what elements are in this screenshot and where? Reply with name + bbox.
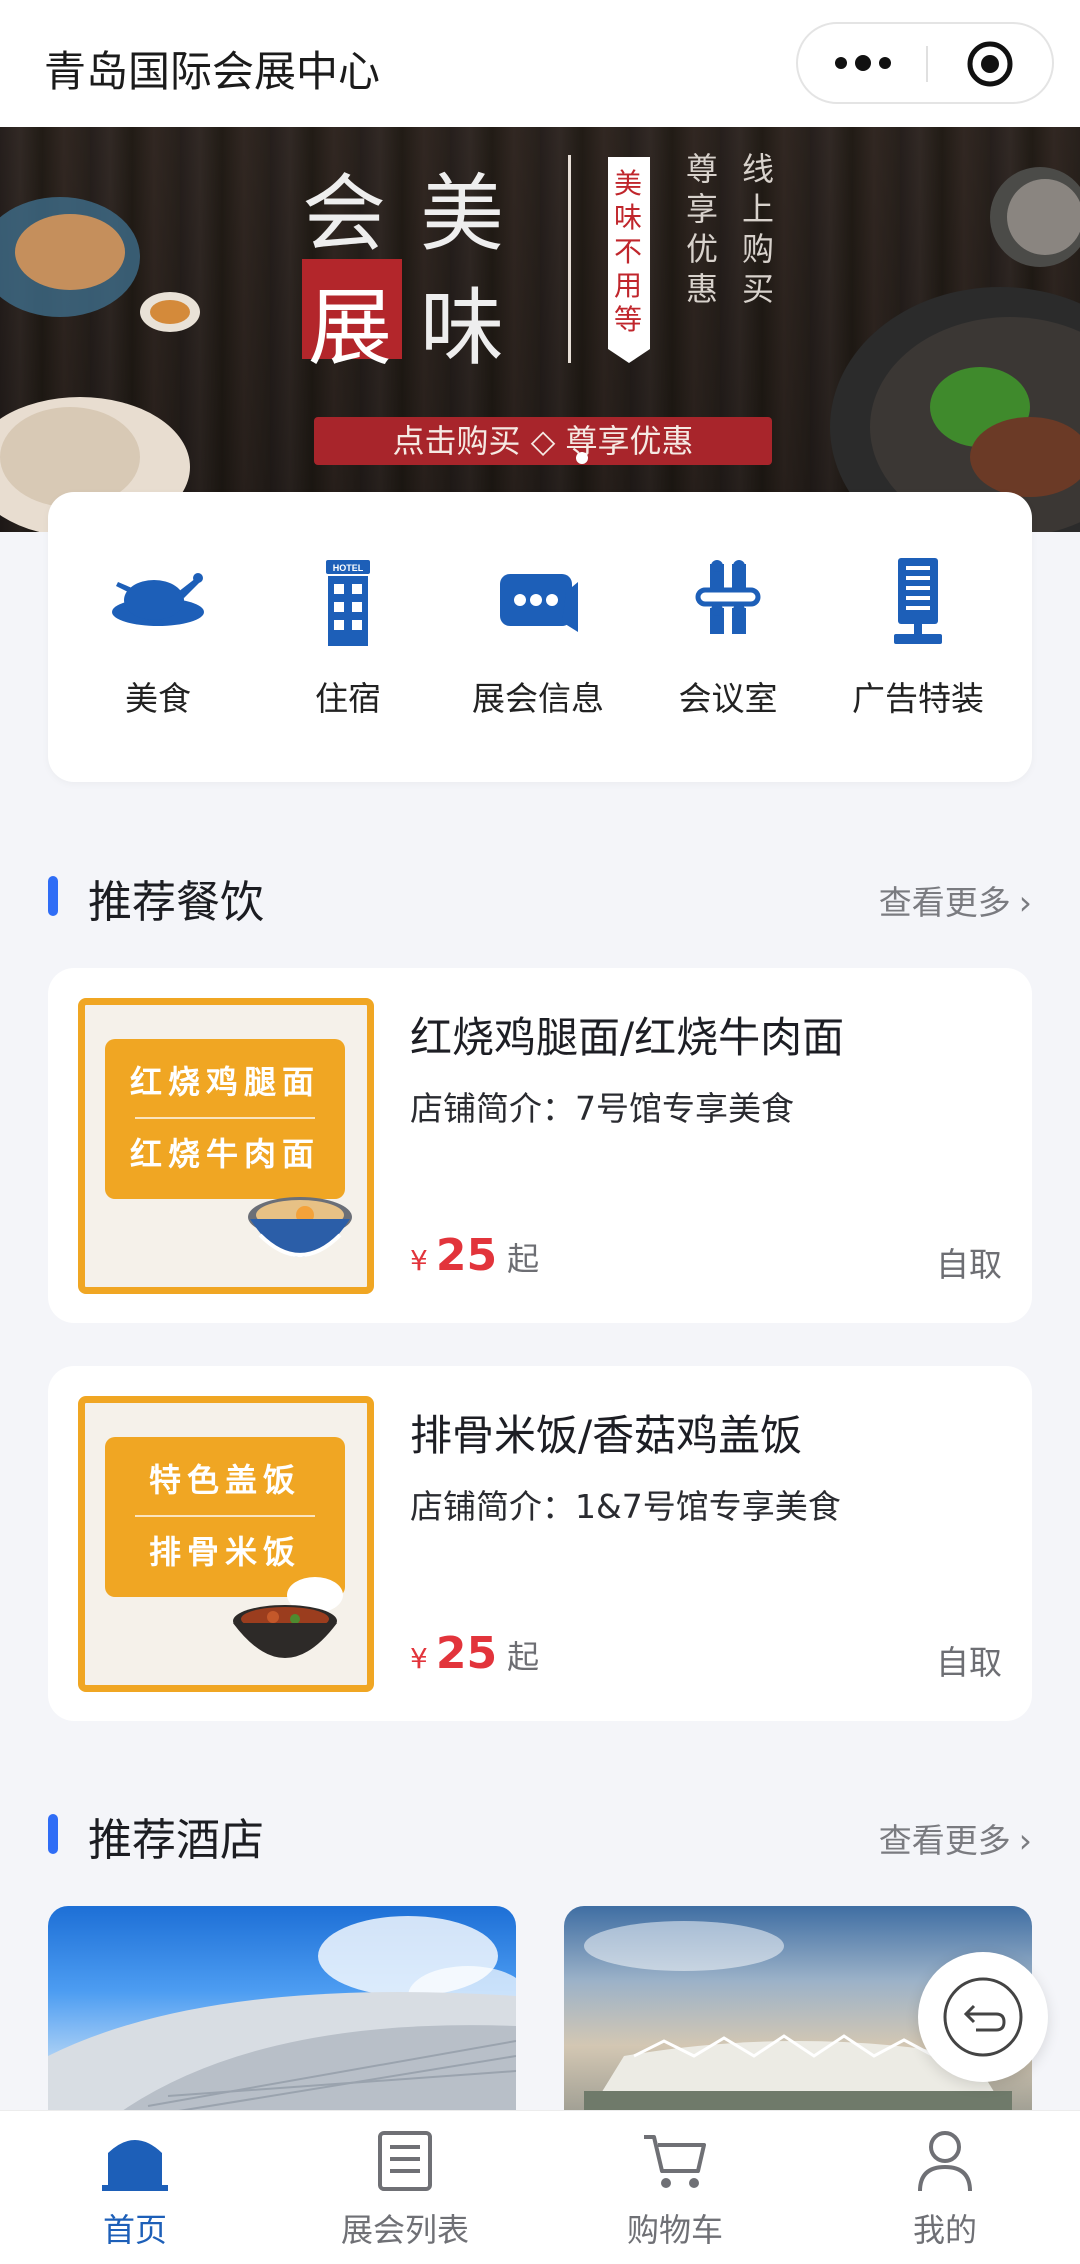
user-icon xyxy=(918,2131,972,2192)
tab-exhibition-list[interactable]: 展会列表 xyxy=(305,2129,505,2251)
header-bar: 青岛国际会展中心 xyxy=(0,0,1080,127)
hotel-card[interactable] xyxy=(48,1906,516,2121)
section-title: 推荐餐饮 xyxy=(88,877,264,928)
chevron-right-icon: › xyxy=(1018,1821,1032,1860)
close-target-icon[interactable] xyxy=(966,40,1014,88)
return-icon xyxy=(943,1977,1023,2057)
thumb-line: 红烧牛肉面 xyxy=(129,1135,320,1173)
tab-label: 我的 xyxy=(912,2211,977,2249)
list-icon xyxy=(378,2131,432,2191)
product-name: 排骨米饭/香菇鸡盖饭 xyxy=(410,1411,803,1460)
price-value: 25 xyxy=(435,1230,498,1281)
banner-indicator xyxy=(576,452,588,464)
view-more-label: 查看更多 xyxy=(878,1821,1011,1860)
banner-char-1: 会 xyxy=(302,165,387,263)
category-hotel[interactable]: HOTEL 住宿 xyxy=(253,552,443,742)
cart-icon xyxy=(644,2135,706,2188)
thumb-line: 排骨米饭 xyxy=(148,1533,301,1571)
promo-banner[interactable]: 会 美 展 味 美味不用等 尊享优惠 线上购买 点击购买 ◇ 尊享优惠 xyxy=(0,127,1080,532)
more-options-icon[interactable] xyxy=(824,24,902,102)
banner-char-3: 展 xyxy=(308,279,393,377)
pickup-tag: 自取 xyxy=(936,1245,1002,1284)
hotel-photo xyxy=(48,1916,516,2121)
hotel-icon: HOTEL xyxy=(326,560,370,646)
chat-bubble-icon xyxy=(500,574,578,632)
banner-artwork xyxy=(0,155,1080,532)
category-label: 住宿 xyxy=(315,679,381,718)
banner-vertical-text-2: 线上购买 xyxy=(742,150,775,308)
noodle-bowl-icon xyxy=(248,1197,352,1257)
page-title: 青岛国际会展中心 xyxy=(44,47,381,96)
section-header-hotels: 推荐酒店 查看更多 › xyxy=(48,1800,1032,1866)
tab-cart[interactable]: 购物车 xyxy=(575,2129,775,2251)
banner-char-4: 味 xyxy=(420,279,505,377)
banner-char-2: 美 xyxy=(420,165,505,263)
category-label: 会议室 xyxy=(678,679,778,718)
category-advertising[interactable]: 广告特装 xyxy=(823,552,1013,742)
tab-profile[interactable]: 我的 xyxy=(845,2129,1045,2251)
return-button[interactable] xyxy=(918,1952,1048,2082)
hotels-view-more-link[interactable]: 查看更多 › xyxy=(879,1814,1032,1862)
product-name: 红烧鸡腿面/红烧牛肉面 xyxy=(410,1013,845,1062)
banner-ribbon-text: 美味不用等 xyxy=(614,167,643,336)
price-suffix: 起 xyxy=(507,1638,540,1676)
product-price: ¥25 起 xyxy=(410,1230,539,1281)
capsule-divider xyxy=(926,46,928,82)
thumb-line: 特色盖饭 xyxy=(148,1461,301,1499)
category-label: 美食 xyxy=(125,679,191,718)
tab-label: 购物车 xyxy=(626,2211,723,2249)
currency-symbol: ¥ xyxy=(410,1244,428,1277)
price-suffix: 起 xyxy=(507,1240,540,1278)
product-image: 特色盖饭 排骨米饭 xyxy=(78,1396,374,1692)
product-card[interactable]: 特色盖饭 排骨米饭 排骨米饭/香菇鸡盖饭 店铺简介：1&7号馆专享美食 ¥25 起… xyxy=(48,1366,1032,1721)
view-more-label: 查看更多 xyxy=(878,883,1011,922)
roast-chicken-icon xyxy=(112,573,204,626)
thumb-line: 红烧鸡腿面 xyxy=(129,1063,320,1101)
mini-program-capsule xyxy=(796,22,1054,104)
product-price: ¥25 起 xyxy=(410,1628,539,1679)
product-image: 红烧鸡腿面 红烧牛肉面 xyxy=(78,998,374,1294)
section-accent-bar xyxy=(48,876,58,916)
product-description: 店铺简介：1&7号馆专享美食 xyxy=(410,1487,841,1526)
section-header-dining: 推荐餐饮 查看更多 › xyxy=(48,862,1032,928)
currency-symbol: ¥ xyxy=(410,1642,428,1675)
tab-label: 展会列表 xyxy=(340,2211,469,2249)
tab-label: 首页 xyxy=(102,2211,167,2249)
home-icon xyxy=(102,2140,168,2191)
product-description: 店铺简介：7号馆专享美食 xyxy=(410,1089,794,1128)
product-card[interactable]: 红烧鸡腿面 红烧牛肉面 红烧鸡腿面/红烧牛肉面 店铺简介：7号馆专享美食 ¥25… xyxy=(48,968,1032,1323)
pickup-tag: 自取 xyxy=(936,1643,1002,1682)
dining-view-more-link[interactable]: 查看更多 › xyxy=(879,876,1032,924)
chevron-right-icon: › xyxy=(1018,883,1032,922)
price-value: 25 xyxy=(435,1628,498,1679)
category-meeting-room[interactable]: 会议室 xyxy=(633,552,823,742)
svg-text:HOTEL: HOTEL xyxy=(333,563,364,573)
meeting-room-icon xyxy=(695,560,761,634)
category-label: 展会信息 xyxy=(472,679,604,718)
bottom-tab-bar: 首页 展会列表 购物车 我的 xyxy=(0,2110,1080,2264)
category-card: 美食 HOTEL 住宿 展会信息 会议室 广告特装 xyxy=(48,492,1032,782)
banner-vertical-text-1: 尊享优惠 xyxy=(686,150,719,308)
category-exhibition-info[interactable]: 展会信息 xyxy=(443,552,633,742)
banner-cta: 点击购买 ◇ 尊享优惠 xyxy=(392,422,694,460)
tab-home[interactable]: 首页 xyxy=(35,2129,235,2251)
category-food[interactable]: 美食 xyxy=(63,552,253,742)
section-title: 推荐酒店 xyxy=(88,1815,264,1866)
billboard-icon xyxy=(894,558,942,644)
category-label: 广告特装 xyxy=(852,679,984,718)
section-accent-bar xyxy=(48,1814,58,1854)
claypot-rice-icon xyxy=(233,1577,343,1658)
